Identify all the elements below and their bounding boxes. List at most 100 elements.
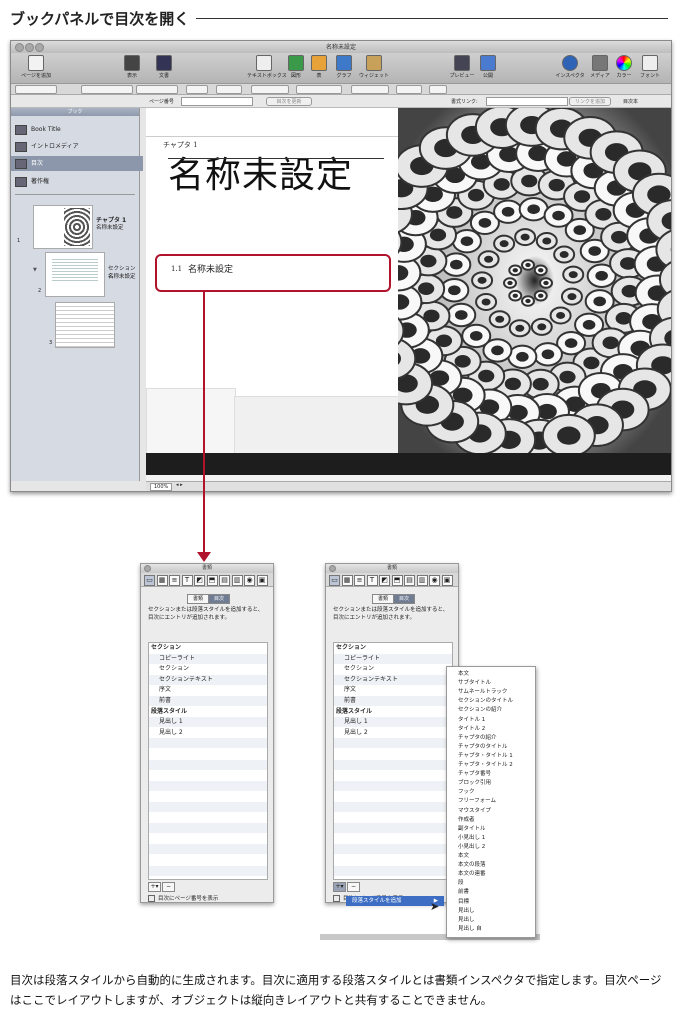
style-menu-item[interactable]: チャプタ番号 xyxy=(458,770,534,779)
chart-icon[interactable]: ▥ xyxy=(416,575,428,586)
columns-control[interactable] xyxy=(396,85,422,94)
add-style-button[interactable]: +▾ xyxy=(333,882,346,892)
list-row[interactable] xyxy=(334,770,452,780)
section-thumbnail[interactable] xyxy=(45,252,105,297)
style-menu-item[interactable]: 前書 xyxy=(458,888,534,897)
list-row[interactable] xyxy=(149,865,267,876)
list-row[interactable]: 段落スタイル xyxy=(334,707,452,717)
list-row[interactable] xyxy=(334,759,452,770)
dahlia-photo[interactable] xyxy=(398,108,671,453)
style-menu-item[interactable]: サムネールトラック xyxy=(458,688,534,697)
link-icon[interactable]: ◉ xyxy=(244,575,255,586)
text-color-control[interactable] xyxy=(216,85,242,94)
list-row[interactable]: セクション xyxy=(149,664,267,674)
graphic-icon[interactable]: ◩ xyxy=(194,575,205,586)
widget-icon[interactable]: ▣ xyxy=(256,575,268,586)
tab-toc[interactable]: 目次 xyxy=(393,594,415,604)
style-menu-item[interactable]: チャプタの紹介 xyxy=(458,734,534,743)
style-menu-item[interactable]: 本文の段落 xyxy=(458,861,534,870)
placeholder-box[interactable] xyxy=(234,396,403,455)
font-style-select[interactable] xyxy=(136,85,178,94)
update-toc-button[interactable]: 目次を更新 xyxy=(266,97,312,106)
line-spacing-control[interactable] xyxy=(351,85,389,94)
chapter-title[interactable]: 名称未設定 xyxy=(168,146,353,198)
style-menu-item[interactable]: 目標 xyxy=(458,898,534,907)
graphic-icon[interactable]: ◩ xyxy=(379,575,390,586)
style-menu-item[interactable]: 小見出し 2 xyxy=(458,843,534,852)
show-page-number-checkbox[interactable]: 目次にページ番号を表示 xyxy=(148,894,218,902)
wrap-icon[interactable]: ≡ xyxy=(354,575,365,586)
list-row[interactable]: 前書 xyxy=(334,696,452,706)
page-nav-icon[interactable]: ◂ ▸ xyxy=(176,482,183,488)
list-row[interactable] xyxy=(334,738,452,749)
list-row[interactable]: 見出し 2 xyxy=(334,728,452,738)
tab-document[interactable]: 書類 xyxy=(372,594,394,604)
checkbox-icon[interactable] xyxy=(148,895,155,902)
list-row[interactable]: 段落スタイル xyxy=(149,707,267,717)
list-row[interactable] xyxy=(149,855,267,865)
text-icon[interactable]: T xyxy=(181,575,193,586)
style-menu-item[interactable]: 段 xyxy=(458,879,534,888)
wrap-icon[interactable]: ≡ xyxy=(169,575,180,586)
list-row[interactable] xyxy=(149,780,267,791)
list-row[interactable] xyxy=(334,855,452,865)
link-style-select[interactable] xyxy=(486,97,568,106)
list-row[interactable] xyxy=(334,749,452,759)
alignment-control[interactable] xyxy=(296,85,342,94)
style-menu-item[interactable]: セクションの紹介 xyxy=(458,706,534,715)
list-row[interactable] xyxy=(334,844,452,855)
sidebar-item-toc[interactable]: 目次 xyxy=(11,156,143,171)
toolbar-publish-button[interactable]: 公開 xyxy=(471,55,505,81)
list-row[interactable] xyxy=(334,865,452,876)
style-menu-item[interactable]: フック xyxy=(458,788,534,797)
layout-icon[interactable]: ▦ xyxy=(341,575,353,586)
style-menu-item[interactable]: マウスタイプ xyxy=(458,807,534,816)
list-row[interactable] xyxy=(149,759,267,770)
list-row[interactable]: 前書 xyxy=(149,696,267,706)
list-row[interactable]: 序文 xyxy=(334,685,452,695)
style-menu-item[interactable]: ブロック引用 xyxy=(458,779,534,788)
sidebar-item-book-title[interactable]: Book Title xyxy=(15,122,137,137)
tab-toc[interactable]: 目次 xyxy=(208,594,230,604)
layout-icon[interactable]: ▦ xyxy=(156,575,168,586)
toolbar-layout-button[interactable]: 文書 xyxy=(147,55,181,81)
list-row[interactable] xyxy=(149,770,267,780)
widget-icon[interactable]: ▣ xyxy=(441,575,453,586)
list-row[interactable]: 序文 xyxy=(149,685,267,695)
list-row[interactable] xyxy=(149,834,267,844)
list-row[interactable] xyxy=(149,844,267,855)
close-inspector-icon[interactable] xyxy=(329,565,336,572)
font-family-select[interactable] xyxy=(81,85,133,94)
list-row[interactable]: 見出し 2 xyxy=(149,728,267,738)
style-menu-item[interactable]: チャプタのタイトル xyxy=(458,743,534,752)
list-row[interactable]: 見出し 1 xyxy=(334,717,452,728)
style-menu-item[interactable]: チャプタ・タイトル 1 xyxy=(458,752,534,761)
list-row[interactable]: コピーライト xyxy=(334,653,452,664)
style-menu-item[interactable]: 副タイトル xyxy=(458,825,534,834)
bold-italic-control[interactable] xyxy=(251,85,289,94)
list-row[interactable] xyxy=(149,823,267,834)
style-menu-item[interactable]: 本文の連番 xyxy=(458,870,534,879)
list-row[interactable] xyxy=(334,780,452,791)
style-menu-item[interactable]: 小見出し 1 xyxy=(458,834,534,843)
close-inspector-icon[interactable] xyxy=(144,565,151,572)
sidebar-item-intro-media[interactable]: イントロメディア xyxy=(15,139,137,154)
add-link-button[interactable]: リンクを追加 xyxy=(569,97,611,106)
text-icon[interactable]: T xyxy=(366,575,378,586)
link-icon[interactable]: ◉ xyxy=(429,575,440,586)
list-row[interactable] xyxy=(149,791,267,801)
list-row[interactable] xyxy=(149,749,267,759)
list-row[interactable]: セクション xyxy=(334,643,452,653)
style-menu-item[interactable]: フリーフォーム xyxy=(458,797,534,806)
toolbar-info-button[interactable]: インスペクタ xyxy=(553,55,587,81)
style-menu-item[interactable]: タイトル 2 xyxy=(458,725,534,734)
document-icon[interactable]: ▭ xyxy=(329,575,340,586)
toolbar-widget-button[interactable]: ウィジェット xyxy=(357,55,391,81)
toolbar-plus-button[interactable]: ページを追加 xyxy=(19,55,53,81)
toolbar-view-button[interactable]: 表示 xyxy=(115,55,149,81)
style-menu-item[interactable]: 見出し xyxy=(458,916,534,925)
format-style-control[interactable] xyxy=(15,85,57,94)
placeholder-box[interactable] xyxy=(146,388,236,455)
list-row[interactable] xyxy=(334,802,452,812)
chapter-thumbnail[interactable] xyxy=(33,205,93,249)
